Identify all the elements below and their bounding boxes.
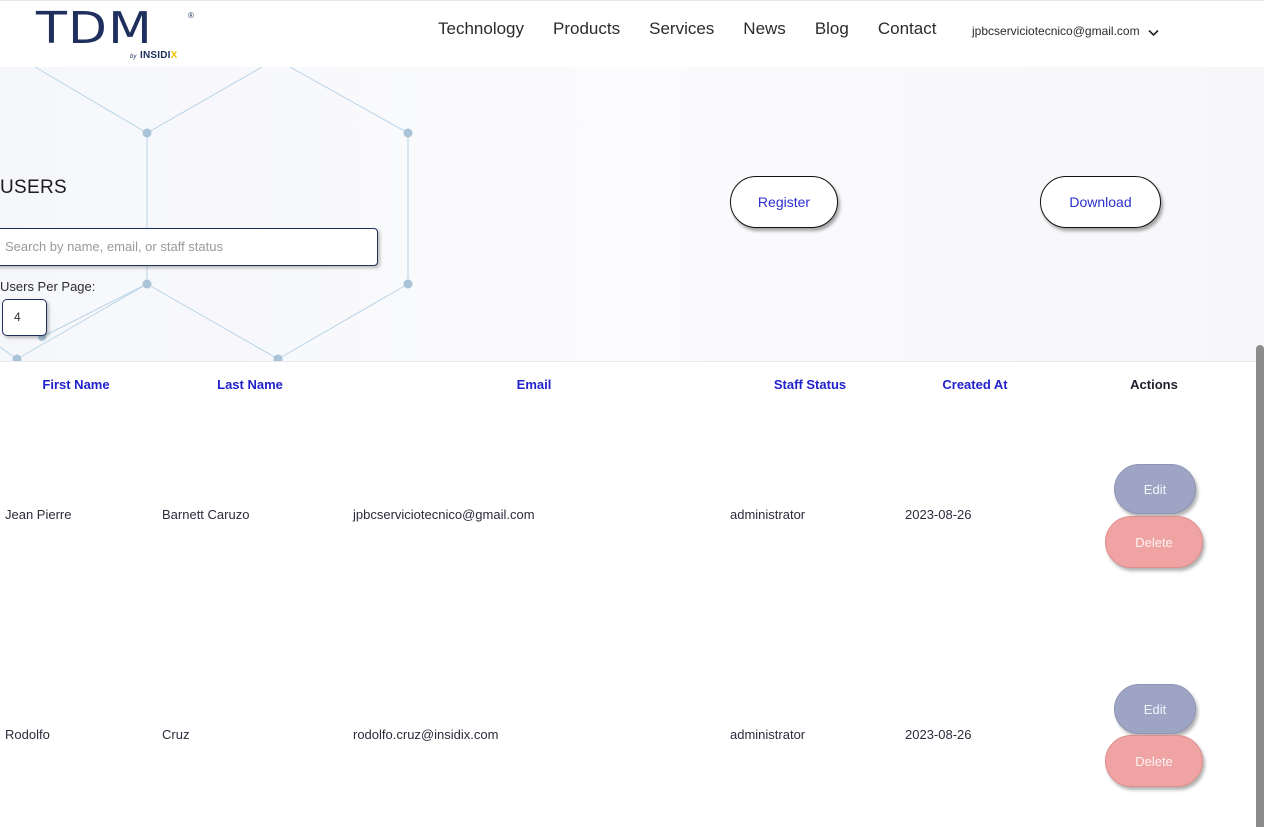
download-button[interactable]: Download bbox=[1040, 176, 1161, 228]
delete-button[interactable]: Delete bbox=[1105, 735, 1203, 787]
cell-last-name: Barnett Caruzo bbox=[162, 507, 250, 522]
edit-button[interactable]: Edit bbox=[1114, 684, 1196, 734]
delete-button-label: Delete bbox=[1135, 534, 1173, 550]
main-nav: Technology Products Services News Blog C… bbox=[438, 19, 965, 39]
logo-by-text: by bbox=[130, 54, 137, 60]
logo-insidix-x: X bbox=[170, 50, 178, 61]
users-hero-section: USERS Search by name, email, or staff st… bbox=[0, 67, 1264, 362]
cell-email: rodolfo.cruz@insidix.com bbox=[353, 727, 499, 742]
cell-email: jpbcserviciotecnico@gmail.com bbox=[353, 507, 535, 522]
hexagon-pattern-decoration bbox=[0, 67, 413, 361]
column-header-staff-status[interactable]: Staff Status bbox=[774, 377, 846, 392]
logo-wordmark: TDM bbox=[36, 3, 153, 54]
top-navbar: TDM ® by INSIDIX Technology Products Ser… bbox=[0, 0, 1264, 67]
users-per-page-label: Users Per Page: bbox=[0, 279, 96, 294]
cell-staff-status: administrator bbox=[730, 727, 806, 742]
delete-button[interactable]: Delete bbox=[1105, 516, 1203, 568]
column-header-last-name[interactable]: Last Name bbox=[217, 377, 283, 392]
nav-blog[interactable]: Blog bbox=[815, 19, 849, 39]
edit-button[interactable]: Edit bbox=[1114, 464, 1196, 514]
cell-staff-status: administrator bbox=[730, 507, 806, 522]
column-header-email[interactable]: Email bbox=[517, 377, 552, 392]
download-button-label: Download bbox=[1069, 194, 1132, 210]
account-email: jpbcserviciotecnico@gmail.com bbox=[972, 24, 1140, 38]
search-input[interactable]: Search by name, email, or staff status bbox=[0, 228, 378, 266]
table-row: Rodolfo Cruz rodolfo.cruz@insidix.com ad… bbox=[0, 635, 1256, 827]
column-header-actions: Actions bbox=[1130, 377, 1178, 392]
tdm-logo[interactable]: TDM ® by INSIDIX bbox=[36, 3, 206, 65]
logo-registered-mark: ® bbox=[188, 11, 194, 20]
edit-button-label: Edit bbox=[1143, 701, 1167, 717]
cell-created-at: 2023-08-26 bbox=[905, 507, 972, 522]
page-scrollbar[interactable] bbox=[1256, 345, 1264, 827]
logo-insidix-text: INSIDI bbox=[140, 50, 171, 61]
nav-news[interactable]: News bbox=[743, 19, 786, 39]
users-table-header: First Name Last Name Email Staff Status … bbox=[0, 362, 1256, 406]
cell-first-name: Jean Pierre bbox=[5, 507, 72, 522]
nav-services[interactable]: Services bbox=[649, 19, 714, 39]
page-title: USERS bbox=[0, 177, 67, 198]
register-button[interactable]: Register bbox=[730, 176, 838, 228]
logo-insidix: INSIDIX bbox=[140, 50, 178, 61]
edit-button-label: Edit bbox=[1143, 481, 1167, 497]
nav-technology[interactable]: Technology bbox=[438, 19, 524, 39]
nav-contact[interactable]: Contact bbox=[878, 19, 937, 39]
users-per-page-input[interactable]: 4 bbox=[2, 299, 47, 336]
table-row: Jean Pierre Barnett Caruzo jpbcserviciot… bbox=[0, 415, 1256, 615]
column-header-created-at[interactable]: Created At bbox=[942, 377, 1007, 392]
register-button-label: Register bbox=[757, 194, 811, 210]
cell-last-name: Cruz bbox=[162, 727, 190, 742]
account-menu[interactable]: jpbcserviciotecnico@gmail.com bbox=[972, 24, 1159, 38]
search-placeholder: Search by name, email, or staff status bbox=[5, 239, 223, 254]
users-per-page-value: 4 bbox=[14, 310, 21, 324]
delete-button-label: Delete bbox=[1135, 753, 1173, 769]
chevron-down-icon bbox=[1148, 26, 1159, 37]
cell-first-name: Rodolfo bbox=[5, 727, 50, 742]
cell-created-at: 2023-08-26 bbox=[905, 727, 972, 742]
column-header-first-name[interactable]: First Name bbox=[42, 377, 109, 392]
nav-products[interactable]: Products bbox=[553, 19, 620, 39]
